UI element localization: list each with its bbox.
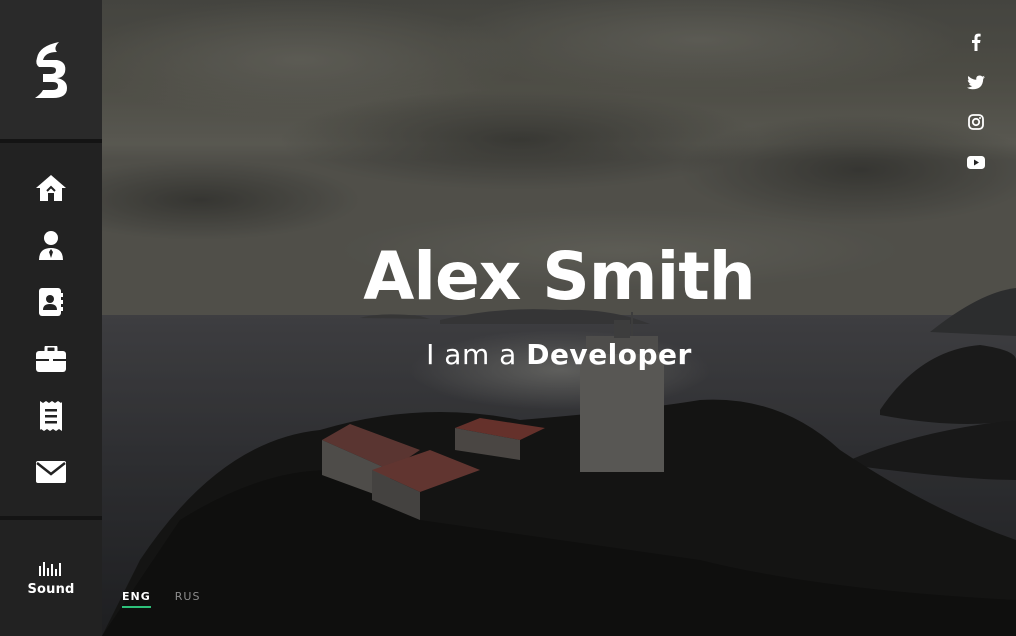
nav-contact[interactable]	[0, 452, 102, 492]
brand-b-logo-icon	[35, 42, 67, 98]
language-switcher: ENG RUS	[122, 590, 200, 608]
social-facebook[interactable]	[964, 30, 988, 54]
social-youtube[interactable]	[964, 150, 988, 174]
social-instagram[interactable]	[964, 110, 988, 134]
hero-background-image	[0, 0, 1016, 636]
sidebar-divider	[0, 139, 102, 143]
briefcase-icon	[36, 346, 66, 372]
sidebar: Sound	[0, 0, 102, 636]
social-links	[964, 30, 988, 190]
instagram-icon	[968, 114, 984, 130]
home-icon	[36, 175, 66, 201]
lang-rus[interactable]: RUS	[175, 590, 201, 608]
page-root: Sound Alex Smith I am a Developer ENG RU…	[0, 0, 1016, 636]
sound-toggle[interactable]: Sound	[0, 560, 102, 620]
hero-subtitle-role: Developer	[526, 338, 692, 371]
receipt-icon	[40, 401, 62, 431]
hero-subtitle: I am a Developer	[102, 338, 1016, 371]
address-book-icon	[39, 288, 63, 316]
equalizer-icon	[39, 562, 61, 576]
nav-home[interactable]	[0, 168, 102, 208]
logo[interactable]	[0, 0, 102, 140]
hero-name: Alex Smith	[363, 238, 755, 315]
nav-resume[interactable]	[0, 282, 102, 322]
user-tie-icon	[39, 231, 63, 260]
social-twitter[interactable]	[964, 70, 988, 94]
lang-eng[interactable]: ENG	[122, 590, 151, 608]
envelope-icon	[36, 461, 66, 483]
nav-portfolio[interactable]	[0, 339, 102, 379]
hero-subtitle-prefix: I am a	[426, 338, 527, 371]
sidebar-divider	[0, 516, 102, 520]
twitter-icon	[967, 75, 985, 89]
nav-blog[interactable]	[0, 396, 102, 436]
facebook-icon	[972, 33, 981, 51]
sound-label: Sound	[27, 582, 75, 597]
nav-about[interactable]	[0, 225, 102, 265]
youtube-icon	[967, 155, 985, 169]
